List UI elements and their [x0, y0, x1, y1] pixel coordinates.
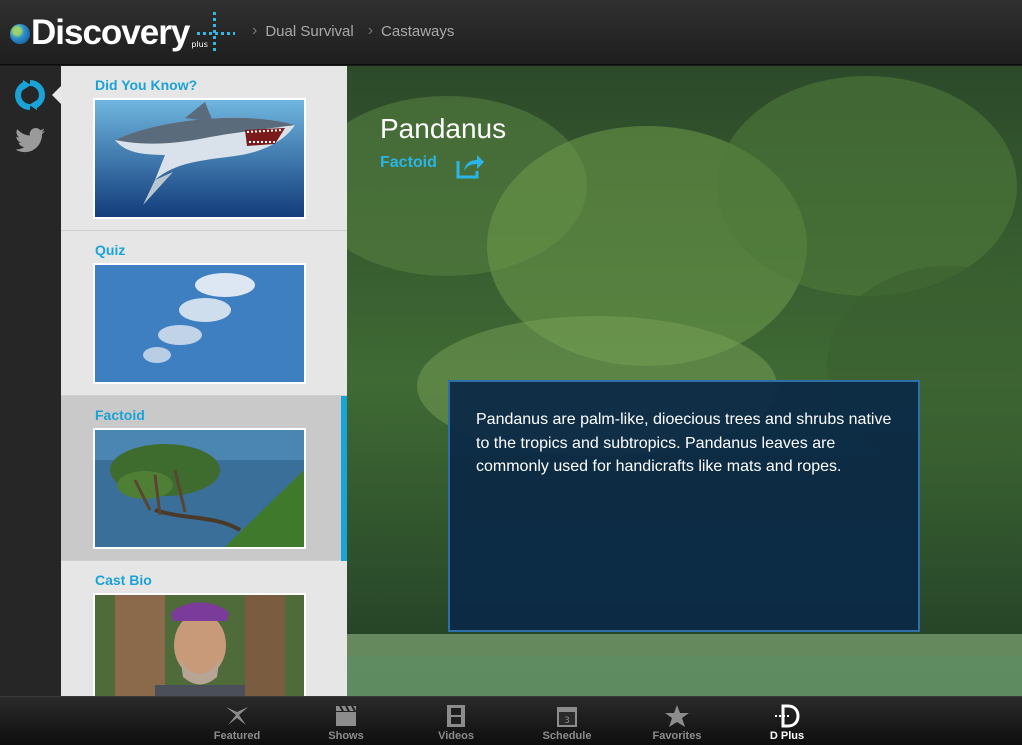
tab-favorites[interactable]: Favorites — [628, 697, 726, 745]
d-plus-icon — [775, 704, 800, 728]
twitter-bird-icon[interactable] — [13, 124, 47, 158]
tab-schedule[interactable]: 3 Schedule — [518, 697, 616, 745]
discovery-plus-logo[interactable]: Discovery plus — [10, 10, 237, 56]
breadcrumb-item-episode[interactable]: Castaways — [381, 23, 454, 40]
sky-cloud-thumbnail — [93, 263, 306, 384]
list-item-cast-bio[interactable]: Cast Bio — [61, 561, 347, 696]
list-item-did-you-know[interactable]: Did You Know? — [61, 66, 347, 231]
shark-thumbnail — [93, 98, 306, 219]
calendar-day-number: 3 — [564, 716, 570, 726]
left-rail: i — [0, 66, 61, 741]
list-item-quiz[interactable]: Quiz — [61, 231, 347, 396]
list-item-title: Cast Bio — [95, 572, 152, 588]
tab-featured[interactable]: Featured — [188, 697, 286, 745]
list-item-title: Quiz — [95, 242, 126, 258]
logo-text: Discovery — [31, 13, 190, 52]
detail-title: Pandanus — [380, 113, 507, 144]
factoid-box: Pandanus are palm-like, dioecious trees … — [448, 380, 920, 632]
list-item-factoid[interactable]: Factoid — [61, 396, 347, 561]
top-header: Discovery plus › Dual Survival › Castawa… — [0, 0, 1022, 65]
breadcrumb-item-show[interactable]: Dual Survival — [265, 23, 353, 40]
tab-label: Schedule — [542, 730, 592, 742]
app-window: Discovery plus › Dual Survival › Castawa… — [0, 0, 1022, 745]
bottom-tab-bar: Featured Shows Videos 3 Schedule Favorit… — [0, 696, 1022, 745]
detail-category: Factoid — [380, 154, 437, 171]
content-list: Did You Know? Quiz Factoid Cast Bio — [61, 66, 347, 696]
refresh-icon[interactable] — [13, 78, 47, 112]
detail-panel: Pandanus Factoid Pandanus are palm-like,… — [347, 66, 1022, 696]
tab-label: Shows — [328, 730, 364, 742]
film-strip-icon — [447, 705, 465, 727]
active-pointer — [52, 86, 61, 104]
logo-plus-word: plus — [191, 40, 208, 49]
factoid-text: Pandanus are palm-like, dioecious trees … — [476, 411, 892, 475]
clapperboard-icon — [336, 705, 356, 726]
globe-icon — [10, 24, 30, 44]
tab-label: Featured — [213, 730, 261, 742]
tab-label: Videos — [438, 730, 474, 742]
pandanus-tree-thumbnail — [93, 428, 306, 549]
list-item-title: Factoid — [95, 407, 145, 423]
chevron-right-icon: › — [252, 22, 258, 39]
chevron-right-icon: › — [367, 22, 374, 39]
list-item-title: Did You Know? — [95, 77, 198, 93]
calendar-icon: 3 — [557, 707, 577, 727]
tab-videos[interactable]: Videos — [407, 697, 505, 745]
tab-d-plus[interactable]: D Plus — [738, 697, 836, 745]
tab-shows[interactable]: Shows — [297, 697, 395, 745]
share-icon[interactable] — [455, 153, 485, 179]
star-icon — [665, 705, 689, 727]
breadcrumb: › Dual Survival › Castaways — [252, 22, 468, 40]
featured-icon — [226, 707, 248, 725]
tab-label: D Plus — [769, 730, 805, 742]
cast-portrait-thumbnail — [93, 593, 306, 696]
logo-plus-mark: plus — [191, 10, 237, 56]
tab-label: Favorites — [652, 730, 702, 742]
